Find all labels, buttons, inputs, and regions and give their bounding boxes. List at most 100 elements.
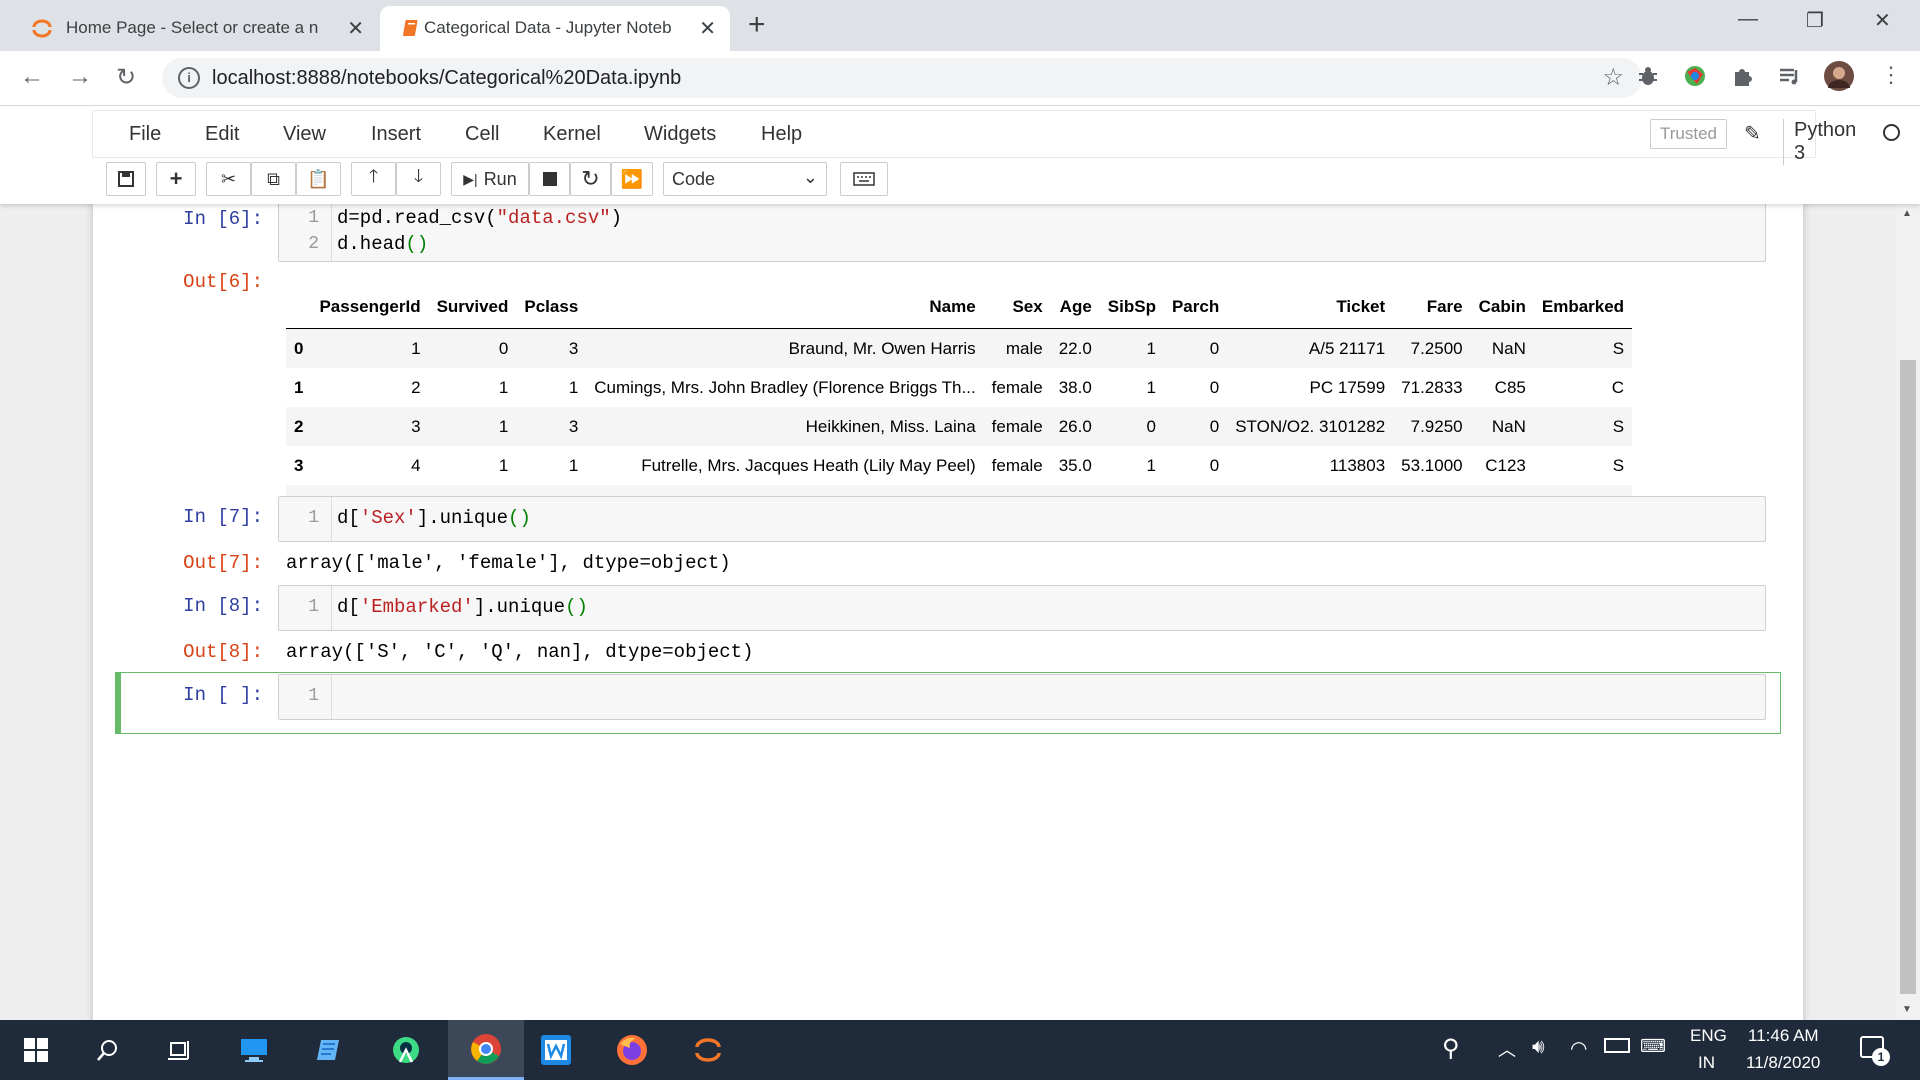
menu-cell[interactable]: Cell — [465, 123, 499, 146]
column-header-pclass: Pclass — [516, 286, 587, 329]
code-cell-input[interactable]: 1 2 d=pd.read_csv("data.csv") d.head() — [278, 204, 1766, 262]
jupyter-taskbar-icon[interactable] — [690, 1032, 726, 1068]
scroll-up-arrow-icon[interactable]: ▲ — [1902, 208, 1912, 219]
plus-icon: + — [169, 166, 183, 191]
close-window-icon[interactable]: ✕ — [1874, 8, 1891, 33]
code-line: d['Embarked'].unique() — [337, 596, 588, 618]
browser-menu-icon[interactable]: ⋮ — [1880, 62, 1902, 88]
table-cell: Braund, Mr. Owen Harris — [788, 338, 976, 358]
page-scrollbar[interactable]: ▲ ▼ — [1896, 204, 1920, 1020]
keyboard-icon[interactable]: ⌨ — [1640, 1036, 1666, 1057]
table-cell: 1 — [568, 377, 579, 397]
new-tab-plus-icon[interactable]: + — [748, 8, 766, 42]
code-text: ) — [610, 207, 623, 229]
language-top[interactable]: ENG — [1690, 1026, 1727, 1046]
menu-widgets[interactable]: Widgets — [644, 123, 716, 146]
close-tab-icon[interactable]: ✕ — [699, 16, 716, 41]
task-view-icon[interactable] — [162, 1032, 198, 1068]
url-text[interactable]: localhost:8888/notebooks/Categorical%20D… — [212, 67, 681, 90]
clock-time[interactable]: 11:46 AM — [1748, 1026, 1819, 1046]
menu-view[interactable]: View — [283, 123, 326, 146]
table-cell: female — [991, 416, 1043, 436]
battery-icon[interactable] — [1604, 1038, 1630, 1058]
search-icon[interactable] — [90, 1032, 126, 1068]
cut-button[interactable]: ✂ — [206, 162, 251, 196]
profile-avatar[interactable] — [1824, 61, 1854, 91]
scissors-icon: ✂ — [220, 168, 237, 189]
code-text: ].unique — [416, 507, 509, 529]
in-prompt: In [ ]: — [183, 684, 263, 706]
chevron-up-icon[interactable]: ︿ — [1498, 1036, 1516, 1062]
bookmark-star-icon[interactable]: ☆ — [1602, 63, 1624, 92]
clock-date[interactable]: 11/8/2020 — [1746, 1053, 1820, 1073]
scroll-down-arrow-icon[interactable]: ▼ — [1902, 1004, 1912, 1015]
close-tab-icon[interactable]: ✕ — [347, 16, 364, 41]
save-button[interactable] — [106, 162, 146, 196]
wifi-icon[interactable]: ◠ — [1570, 1036, 1587, 1061]
restore-icon[interactable]: ❐ — [1806, 8, 1824, 33]
extensions-puzzle-icon[interactable] — [1730, 64, 1754, 88]
tab-home-page[interactable]: Home Page - Select or create a n ✕ — [10, 6, 378, 51]
out-prompt: Out[8]: — [183, 641, 263, 663]
notebook-container: In [6]: 1 2 d=pd.read_csv("data.csv") d.… — [93, 204, 1803, 1020]
word-app-icon[interactable] — [538, 1032, 574, 1068]
menu-insert[interactable]: Insert — [371, 123, 421, 146]
notebook-icon — [402, 20, 418, 36]
tab-title: Home Page - Select or create a n — [66, 18, 319, 37]
menu-kernel[interactable]: Kernel — [543, 123, 601, 146]
language-bottom[interactable]: IN — [1698, 1053, 1715, 1073]
firefox-app-icon[interactable] — [614, 1032, 650, 1068]
paste-button[interactable]: 📋 — [296, 162, 341, 196]
code-cell-input[interactable]: 1 — [278, 674, 1766, 720]
reload-icon[interactable]: ↻ — [116, 63, 136, 92]
globe-extension-icon[interactable] — [1683, 64, 1707, 88]
column-header-name: Name — [586, 286, 984, 329]
info-icon[interactable]: i — [178, 67, 200, 89]
table-cell: STON/O2. 3101282 — [1235, 416, 1386, 436]
command-palette-button[interactable] — [840, 162, 888, 196]
move-up-button[interactable]: 🡑 — [351, 162, 396, 196]
minimize-icon[interactable]: — — [1738, 8, 1758, 31]
windows-start-icon[interactable] — [18, 1032, 54, 1068]
restart-button[interactable]: ↻ — [570, 162, 611, 196]
run-button[interactable]: ▶| Run — [451, 162, 529, 196]
cell-type-select[interactable]: Code ⌄ — [663, 162, 827, 196]
android-studio-icon[interactable] — [388, 1032, 424, 1068]
forward-arrow-icon[interactable]: → — [68, 63, 92, 91]
scrollbar-thumb[interactable] — [1900, 360, 1916, 994]
copy-button[interactable]: ⧉ — [251, 162, 296, 196]
table-cell: 2 — [411, 377, 421, 397]
restart-run-all-button[interactable]: ⏩ — [611, 162, 653, 196]
volume-icon[interactable]: 🔊︎ — [1532, 1036, 1545, 1059]
bug-extension-icon[interactable] — [1636, 64, 1660, 88]
people-icon[interactable]: ⚲ — [1442, 1034, 1460, 1063]
code-cell-input[interactable]: 1 d['Embarked'].unique() — [278, 585, 1766, 631]
code-line: d=pd.read_csv("data.csv") — [337, 207, 622, 229]
table-cell: 113803 — [1329, 455, 1386, 475]
chrome-taskbar-icon[interactable] — [448, 1020, 524, 1080]
trusted-indicator[interactable]: Trusted — [1650, 119, 1728, 149]
arrow-down-icon: 🡓 — [413, 166, 424, 186]
address-bar[interactable]: i localhost:8888/notebooks/Categorical%2… — [162, 58, 1642, 98]
table-row: 1 2 1 1 Cumings, Mrs. John Bradley (Florence… — [286, 368, 1632, 407]
menu-edit[interactable]: Edit — [205, 123, 239, 146]
edit-pencil-icon[interactable]: ✎ — [1744, 121, 1761, 146]
interrupt-button[interactable] — [529, 162, 570, 196]
tab-categorical-data[interactable]: Categorical Data - Jupyter Noteb ✕ — [380, 6, 730, 51]
code-cell-input[interactable]: 1 d['Sex'].unique() — [278, 496, 1766, 542]
table-cell: 1 — [1146, 338, 1156, 358]
browser-toolbar: ← → ↻ i localhost:8888/notebooks/Categor… — [0, 51, 1920, 106]
media-queue-icon[interactable] — [1777, 64, 1801, 88]
code-string: "data.csv" — [496, 207, 611, 229]
menu-help[interactable]: Help — [761, 123, 802, 146]
table-cell: female — [991, 377, 1043, 397]
menu-file[interactable]: File — [129, 123, 161, 146]
index-header-cell — [286, 286, 312, 329]
desktop-app-icon[interactable] — [236, 1032, 272, 1068]
move-down-button[interactable]: 🡓 — [396, 162, 441, 196]
notepad-app-icon[interactable] — [312, 1032, 348, 1068]
back-arrow-icon[interactable]: ← — [20, 63, 44, 91]
keyboard-icon — [853, 172, 875, 186]
cell-output: array(['male', 'female'], dtype=object) — [286, 552, 731, 574]
insert-cell-button[interactable]: + — [156, 162, 196, 196]
